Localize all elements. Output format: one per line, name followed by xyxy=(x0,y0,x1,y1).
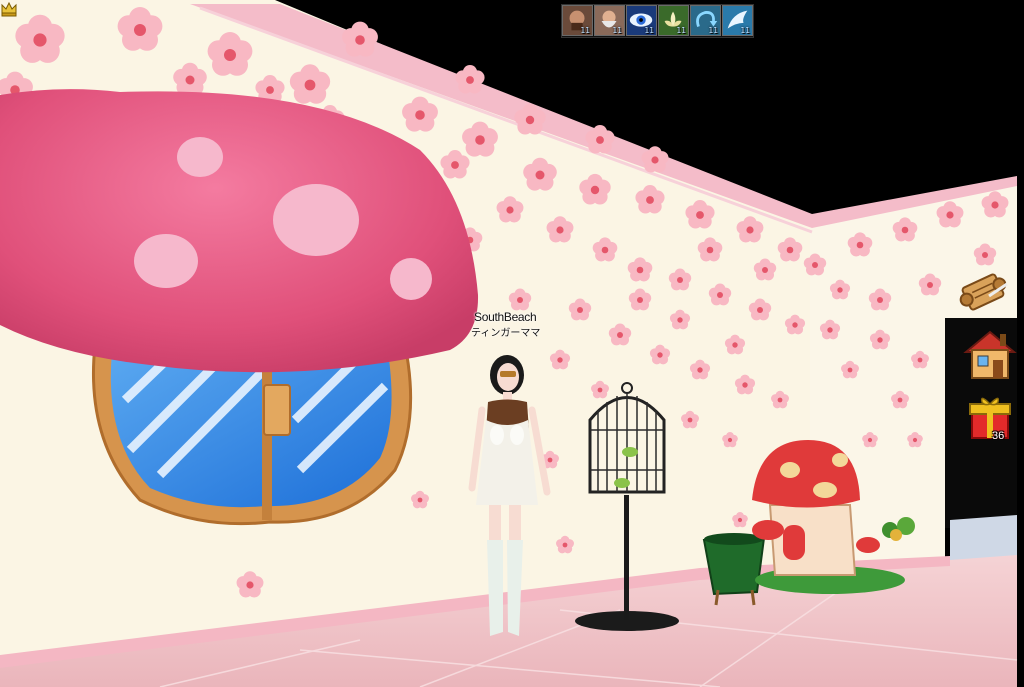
buff-level: 11 xyxy=(740,26,750,35)
buff-slot[interactable]: 11 xyxy=(658,5,689,36)
buff-level: 11 xyxy=(644,26,654,35)
quest-scroll-icon xyxy=(959,273,1008,311)
buff-slot[interactable]: 11 xyxy=(562,5,593,36)
house-button[interactable] xyxy=(962,328,1018,382)
house-icon xyxy=(963,330,1017,379)
buff-level: 11 xyxy=(612,26,622,35)
buff-slot[interactable]: 11 xyxy=(690,5,721,36)
room-scene xyxy=(0,0,1024,687)
quest-scroll-button[interactable] xyxy=(955,266,1011,318)
buff-level: 11 xyxy=(580,26,590,35)
buff-slot[interactable]: 11 xyxy=(594,5,625,36)
player-name: SouthBeach xyxy=(474,310,537,324)
gift-count-badge: 36 xyxy=(992,430,1005,442)
buff-bar: 11 11 11 11 11 11 xyxy=(561,4,754,38)
crown-icon xyxy=(1,1,17,17)
buff-level: 11 xyxy=(676,26,686,35)
player-title: ティンガーママ xyxy=(471,328,541,339)
buff-slot[interactable]: 11 xyxy=(722,5,753,36)
game-viewport[interactable]: 11 11 11 11 11 11 SouthBeach ティンガーママ 36 xyxy=(0,0,1024,687)
buff-level: 11 xyxy=(708,26,718,35)
buff-slot[interactable]: 11 xyxy=(626,5,657,36)
